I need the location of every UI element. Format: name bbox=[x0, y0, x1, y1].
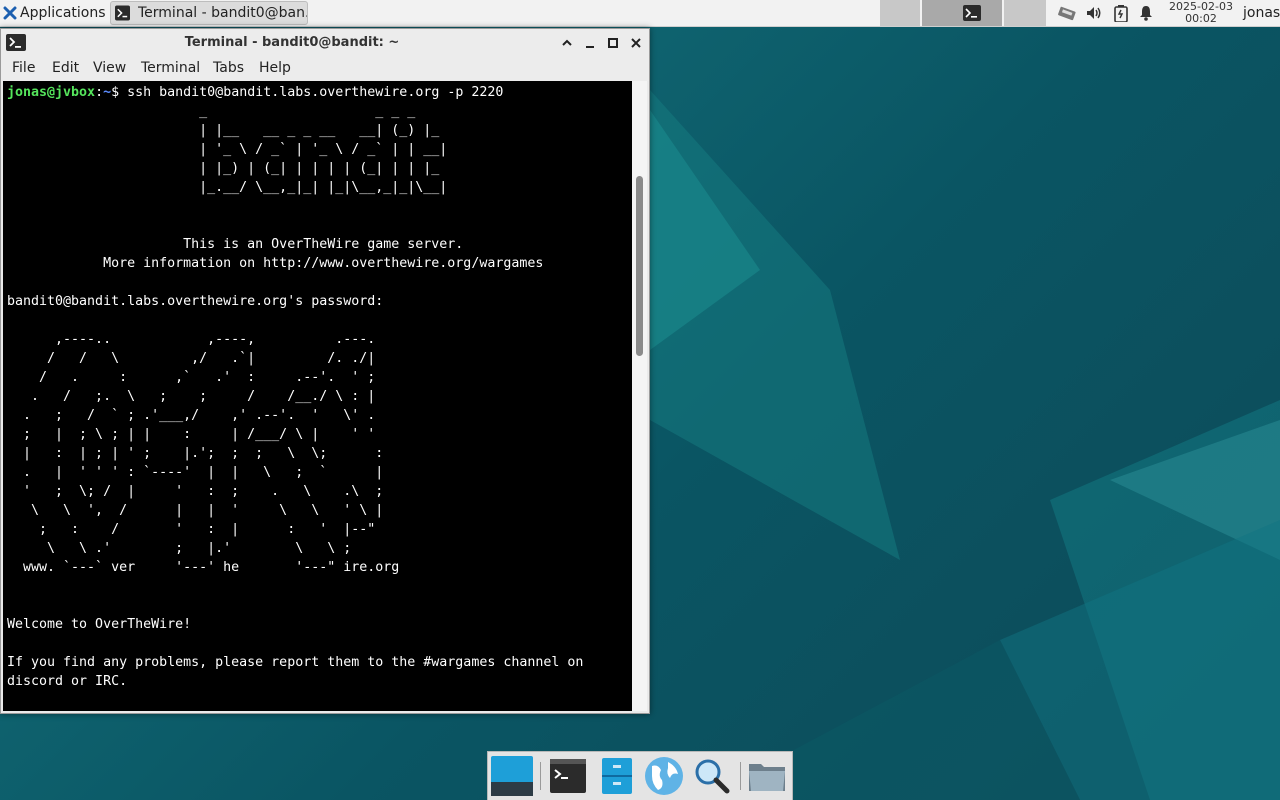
dock-folder-button[interactable] bbox=[746, 756, 788, 796]
menu-terminal[interactable]: Terminal bbox=[141, 60, 200, 76]
network-tray-button[interactable] bbox=[1055, 0, 1079, 26]
window-titlebar[interactable]: Terminal - bandit0@bandit: ~ bbox=[1, 29, 649, 57]
dock-web-browser-button[interactable] bbox=[643, 756, 685, 796]
user-menu[interactable]: jonas bbox=[1243, 5, 1280, 21]
terminal-icon bbox=[115, 5, 130, 21]
app-finder-icon bbox=[695, 759, 730, 794]
folder-icon bbox=[749, 764, 785, 791]
taskbar-terminal-button[interactable]: Terminal - bandit0@ban... bbox=[110, 1, 308, 25]
menu-file[interactable]: File bbox=[12, 60, 35, 76]
maximize-icon bbox=[608, 38, 618, 48]
menu-edit[interactable]: Edit bbox=[52, 60, 79, 76]
workspace-1[interactable] bbox=[880, 0, 920, 26]
terminal-text: jonas@jvbox:~$ ssh bandit0@bandit.labs.o… bbox=[7, 85, 584, 689]
terminal-output-area[interactable]: jonas@jvbox:~$ ssh bandit0@bandit.labs.o… bbox=[3, 81, 632, 711]
chevron-up-icon bbox=[562, 39, 572, 46]
shade-button[interactable] bbox=[558, 34, 576, 52]
taskbar-terminal-label: Terminal - bandit0@ban... bbox=[138, 5, 307, 21]
web-browser-icon bbox=[645, 757, 683, 795]
battery-tray-button[interactable] bbox=[1109, 0, 1133, 26]
menu-tabs[interactable]: Tabs bbox=[213, 60, 244, 76]
close-icon bbox=[631, 38, 641, 48]
minimize-button[interactable] bbox=[581, 34, 599, 52]
applications-label: Applications bbox=[20, 5, 106, 21]
file-manager-icon bbox=[602, 758, 632, 794]
prompt-user: jonas@jvbox bbox=[7, 85, 96, 100]
dock-app-finder-button[interactable] bbox=[691, 756, 733, 796]
terminal-output: _ _ _ _ | |__ __ _ _ __ __| (_) |_ | '_ … bbox=[7, 104, 584, 689]
network-icon bbox=[1058, 6, 1076, 21]
terminal-scrollbar[interactable] bbox=[632, 81, 647, 711]
workspace-3[interactable] bbox=[1004, 0, 1046, 26]
volume-icon bbox=[1087, 7, 1101, 19]
volume-tray-button[interactable] bbox=[1082, 0, 1106, 26]
close-button[interactable] bbox=[627, 34, 645, 52]
terminal-icon bbox=[550, 759, 586, 793]
scrollbar-thumb[interactable] bbox=[636, 176, 643, 356]
dock-separator bbox=[540, 762, 541, 790]
terminal-command: ssh bandit0@bandit.labs.overthewire.org … bbox=[127, 85, 504, 100]
dock-separator bbox=[740, 762, 741, 790]
menu-view[interactable]: View bbox=[93, 60, 126, 76]
terminal-window: Terminal - bandit0@bandit: ~ File Edit V… bbox=[0, 28, 650, 714]
menu-help[interactable]: Help bbox=[259, 60, 291, 76]
battery-icon bbox=[1114, 4, 1128, 22]
terminal-icon bbox=[963, 5, 981, 21]
show-desktop-button[interactable] bbox=[491, 756, 533, 796]
dock-terminal-button[interactable] bbox=[547, 756, 589, 796]
window-title: Terminal - bandit0@bandit: ~ bbox=[184, 35, 400, 50]
show-desktop-icon bbox=[491, 756, 533, 796]
workspace-2[interactable] bbox=[922, 0, 1002, 26]
bottom-dock bbox=[487, 751, 793, 800]
top-panel: Applications ⋮ Terminal - bandit0@ban... bbox=[0, 0, 1280, 27]
applications-menu-button[interactable]: Applications ⋮ bbox=[0, 0, 123, 26]
minimize-icon bbox=[586, 46, 594, 48]
prompt-symbol: $ bbox=[111, 85, 120, 100]
prompt-path: ~ bbox=[103, 85, 112, 100]
xfce-mouse-icon bbox=[3, 6, 17, 20]
menu-bar: File Edit View Terminal Tabs Help bbox=[1, 57, 649, 81]
maximize-button[interactable] bbox=[604, 34, 622, 52]
panel-clock[interactable]: 2025-02-03 00:02 bbox=[1166, 1, 1236, 25]
clock-time: 00:02 bbox=[1185, 12, 1217, 25]
dock-file-manager-button[interactable] bbox=[596, 756, 638, 796]
notifications-icon bbox=[1140, 6, 1152, 21]
notifications-tray-button[interactable] bbox=[1134, 0, 1158, 26]
